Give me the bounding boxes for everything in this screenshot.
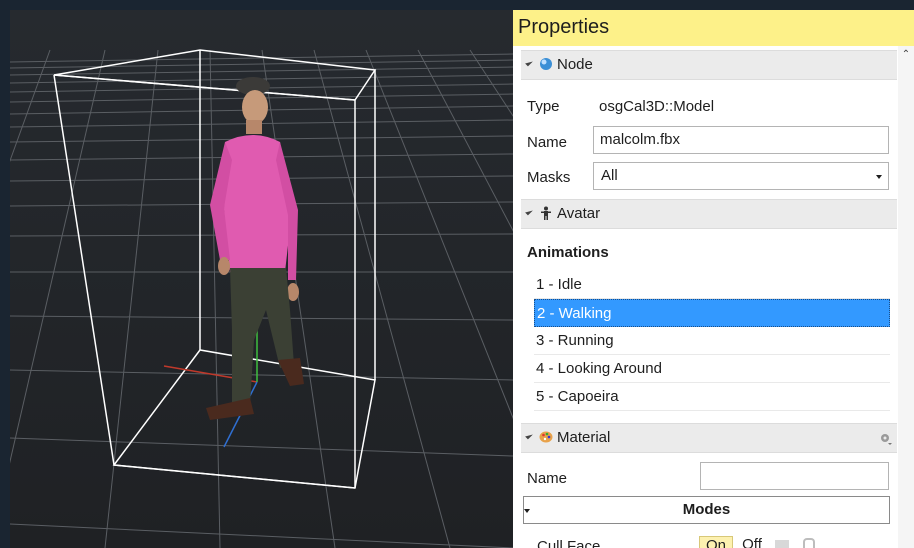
node-sphere-icon bbox=[540, 58, 552, 70]
animation-item-walking[interactable]: 2 - Walking bbox=[534, 299, 890, 327]
panel-title: Properties bbox=[518, 16, 610, 38]
vertical-scrollbar[interactable]: ⌃ bbox=[898, 46, 914, 548]
material-name-label: Name bbox=[527, 470, 568, 487]
collapse-triangle-icon[interactable] bbox=[525, 431, 533, 440]
modes-dropdown[interactable]: Modes bbox=[523, 496, 890, 524]
animation-item-running[interactable]: 3 - Running bbox=[534, 327, 890, 355]
animations-list: 1 - Idle 2 - Walking 3 - Running 4 - Loo… bbox=[534, 271, 890, 411]
cull-face-off-button[interactable]: Off bbox=[737, 536, 767, 548]
palette-icon bbox=[539, 431, 553, 443]
chevron-down-icon bbox=[524, 509, 530, 513]
panel-title-bar: Properties bbox=[513, 10, 914, 46]
type-label: Type bbox=[527, 98, 560, 115]
animations-heading: Animations bbox=[527, 244, 609, 261]
animation-label: 1 - Idle bbox=[536, 276, 582, 293]
name-field[interactable]: malcolm.fbx bbox=[593, 126, 889, 154]
masks-label: Masks bbox=[527, 169, 571, 186]
material-name-field[interactable] bbox=[700, 462, 889, 490]
animation-item-idle[interactable]: 1 - Idle bbox=[534, 271, 890, 299]
animation-label: 4 - Looking Around bbox=[536, 360, 662, 377]
top-strip bbox=[0, 0, 914, 10]
material-options-icon[interactable] bbox=[879, 432, 893, 446]
material-section-label: Material bbox=[557, 429, 611, 446]
lock-icon[interactable] bbox=[803, 538, 815, 548]
person-icon bbox=[541, 206, 551, 220]
cull-face-label: Cull Face bbox=[537, 538, 601, 548]
3d-viewport[interactable] bbox=[10, 10, 513, 548]
animation-label: 3 - Running bbox=[536, 332, 614, 349]
material-section-header[interactable]: Material bbox=[521, 423, 897, 453]
collapse-triangle-icon[interactable] bbox=[525, 207, 533, 216]
animation-label: 2 - Walking bbox=[537, 305, 612, 322]
cull-face-on-button[interactable]: On bbox=[699, 536, 733, 548]
avatar-section-label: Avatar bbox=[557, 205, 601, 222]
animation-item-looking-around[interactable]: 4 - Looking Around bbox=[534, 355, 890, 383]
animation-item-capoeira[interactable]: 5 - Capoeira bbox=[534, 383, 890, 411]
node-section-header[interactable]: Node bbox=[521, 50, 897, 80]
animation-label: 5 - Capoeira bbox=[536, 388, 619, 405]
avatar-section-header[interactable]: Avatar bbox=[521, 199, 897, 229]
scroll-up-arrow-icon[interactable]: ⌃ bbox=[898, 48, 914, 62]
type-value: osgCal3D::Model bbox=[599, 98, 715, 115]
masks-dropdown[interactable]: All bbox=[593, 162, 889, 190]
masks-value: All bbox=[601, 167, 618, 184]
copy-icon[interactable] bbox=[775, 540, 789, 548]
name-label: Name bbox=[527, 134, 568, 151]
properties-panel: Properties ⌃ Node Type osgCal3D::Model N… bbox=[513, 10, 914, 548]
node-section-label: Node bbox=[557, 56, 593, 73]
collapse-triangle-icon[interactable] bbox=[525, 58, 533, 67]
chevron-down-icon bbox=[876, 175, 882, 179]
viewport-scene bbox=[10, 10, 513, 548]
modes-value: Modes bbox=[682, 501, 731, 518]
